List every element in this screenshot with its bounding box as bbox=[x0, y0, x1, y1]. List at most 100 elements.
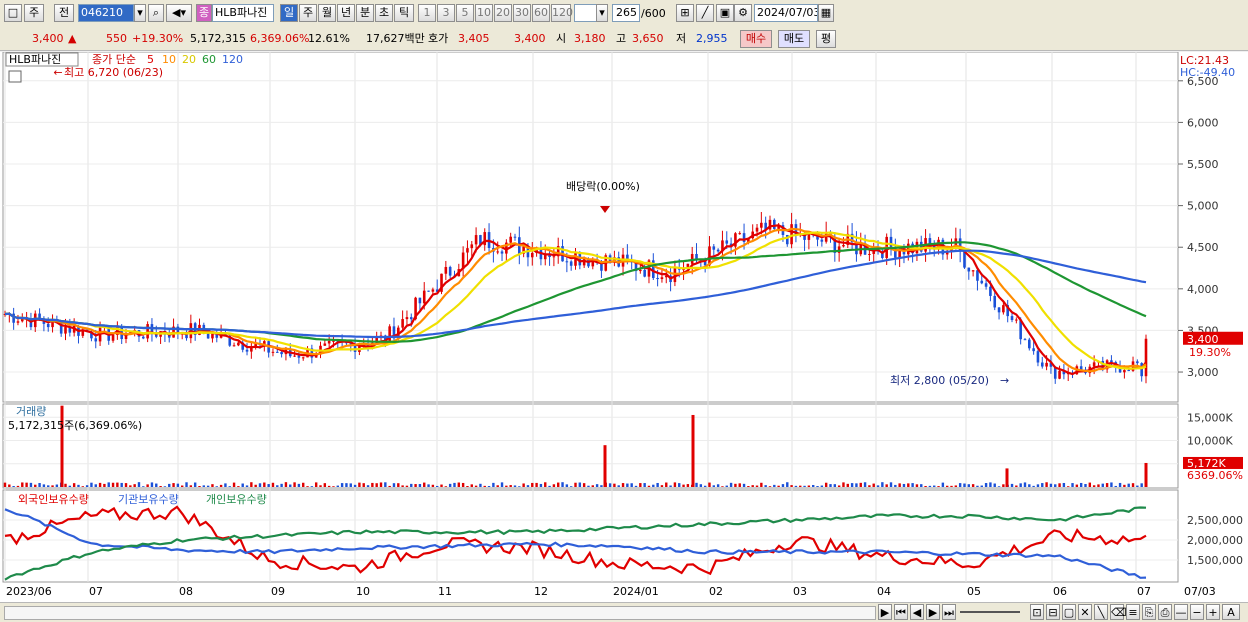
print-icon[interactable]: ⎙ bbox=[1158, 604, 1172, 620]
y-tick-label: 5,500 bbox=[1187, 158, 1219, 171]
next-page-icon[interactable]: ▶ bbox=[926, 604, 940, 620]
crosshair-icon[interactable]: ✕ bbox=[1078, 604, 1092, 620]
interval-5[interactable]: 5 bbox=[456, 4, 474, 22]
window-menu-button[interactable]: □ bbox=[4, 4, 22, 22]
text-size-icon[interactable]: A bbox=[1222, 604, 1240, 620]
volume-bar bbox=[686, 484, 690, 487]
chevron-down-icon[interactable]: ▾ bbox=[596, 4, 608, 22]
tab-period-month[interactable]: 월 bbox=[318, 4, 336, 22]
volume-bar bbox=[345, 483, 348, 487]
interval-20[interactable]: 20 bbox=[494, 4, 512, 22]
zoom-out-icon[interactable]: − bbox=[1190, 604, 1204, 620]
copy-icon[interactable]: ⎘ bbox=[1142, 604, 1156, 620]
candle-body bbox=[1045, 362, 1048, 367]
eval-button[interactable]: 평 bbox=[816, 30, 836, 48]
volume-value: 5,172,315 bbox=[190, 32, 246, 45]
interval-1[interactable]: 1 bbox=[418, 4, 436, 22]
volume-bar bbox=[842, 482, 845, 487]
erase-icon[interactable]: ⌫ bbox=[1110, 604, 1127, 620]
volume-bar bbox=[120, 482, 123, 487]
volume-bar bbox=[1023, 482, 1027, 487]
volume-bar bbox=[349, 483, 352, 487]
last-page-icon[interactable]: ⏭ bbox=[942, 604, 956, 620]
draw-line-icon[interactable]: ╱ bbox=[696, 4, 714, 22]
ruler-icon[interactable]: ≡ bbox=[1126, 604, 1140, 620]
sell-button[interactable]: 매도 bbox=[778, 30, 810, 48]
candle-body bbox=[993, 295, 997, 308]
zoom-in-icon[interactable]: + bbox=[1206, 604, 1220, 620]
screen-icon[interactable]: ▢ bbox=[1062, 604, 1076, 620]
volume-bar bbox=[332, 486, 335, 487]
volume-bar bbox=[42, 484, 46, 487]
search-icon[interactable]: ⌕ bbox=[148, 4, 164, 22]
interval-30[interactable]: 30 bbox=[513, 4, 531, 22]
volume-bar bbox=[487, 486, 491, 487]
x-tick-label: 04 bbox=[877, 585, 891, 598]
candle-body bbox=[1140, 363, 1143, 377]
volume-bar bbox=[55, 484, 59, 487]
zoom-slider[interactable] bbox=[960, 611, 1020, 613]
high-label: 고 bbox=[616, 32, 627, 45]
candle-body bbox=[237, 342, 240, 346]
stock-code-input[interactable]: 046210 bbox=[78, 4, 134, 22]
prev-page-icon[interactable]: ◀ bbox=[910, 604, 924, 620]
volume-bar bbox=[989, 482, 992, 487]
chart-area[interactable]: 15,000K10,000K5,000K5,172K6369.06% 2,500… bbox=[0, 51, 1248, 602]
gear-icon[interactable]: ⚙ bbox=[734, 4, 752, 22]
tab-period-week[interactable]: 주 bbox=[299, 4, 317, 22]
volume-spike-bar bbox=[60, 405, 64, 487]
interval-10[interactable]: 10 bbox=[475, 4, 493, 22]
volume-bar bbox=[1140, 483, 1143, 487]
volume-bar bbox=[111, 482, 115, 487]
volume-bar bbox=[297, 483, 301, 487]
trend-icon[interactable]: ╲ bbox=[1094, 604, 1108, 620]
volume-bar bbox=[3, 482, 7, 487]
date-input[interactable]: 2024/07/03 bbox=[754, 4, 818, 22]
first-page-icon[interactable]: ⏮ bbox=[894, 604, 908, 620]
volume-bar bbox=[613, 483, 616, 487]
volume-bar bbox=[652, 484, 655, 487]
scroll-right-icon[interactable]: ▶ bbox=[878, 604, 892, 620]
bar-count-input[interactable]: 265 bbox=[612, 4, 640, 22]
volume-bar bbox=[258, 483, 262, 487]
volume-bar bbox=[155, 483, 158, 487]
volume-bar bbox=[639, 483, 642, 487]
chart-tools-icon[interactable]: ⊞ bbox=[676, 4, 694, 22]
volume-bar bbox=[958, 483, 962, 487]
fit-icon[interactable]: ⊡ bbox=[1030, 604, 1044, 620]
interval-3[interactable]: 3 bbox=[437, 4, 455, 22]
stock-chart-svg[interactable]: 15,000K10,000K5,000K5,172K6369.06% 2,500… bbox=[0, 51, 1248, 602]
volume-bar bbox=[1045, 482, 1048, 487]
tab-period-day[interactable]: 일 bbox=[280, 4, 298, 22]
tab-period-tick[interactable]: 틱 bbox=[394, 4, 414, 22]
trade-amount: 17,627백만 bbox=[366, 32, 425, 45]
save-icon[interactable]: ▣ bbox=[716, 4, 734, 22]
bottom-scrollbar[interactable]: ▶ ⏮ ◀ ▶ ⏭ ⊡ ⊟ ▢ ✕ ╲ ⌫ ≡ ⎘ ⎙ — − + A bbox=[0, 602, 1248, 622]
volume-bar bbox=[314, 482, 318, 487]
calendar-icon[interactable]: ▦ bbox=[818, 4, 834, 22]
volume-bar bbox=[237, 486, 240, 487]
volume-bar bbox=[937, 486, 940, 487]
chevron-down-icon[interactable]: ▾ bbox=[134, 4, 146, 22]
volume-bar bbox=[976, 485, 979, 487]
tab-period-year[interactable]: 년 bbox=[337, 4, 355, 22]
interval-60[interactable]: 60 bbox=[532, 4, 550, 22]
minimize-icon[interactable]: — bbox=[1174, 604, 1188, 620]
tab-period-minute[interactable]: 분 bbox=[356, 4, 374, 22]
sound-icon[interactable]: ◀▾ bbox=[166, 4, 192, 22]
volume-bar bbox=[137, 482, 141, 487]
scroll-track[interactable] bbox=[4, 606, 876, 620]
interval-120[interactable]: 120 bbox=[551, 4, 573, 22]
candle-body bbox=[842, 244, 845, 247]
buy-button[interactable]: 매수 bbox=[740, 30, 772, 48]
y-tick-label: 4,500 bbox=[1187, 241, 1219, 254]
candle-body bbox=[868, 253, 871, 255]
volume-bar bbox=[271, 482, 275, 487]
market-type-select[interactable]: 주 bbox=[24, 4, 44, 22]
panel-settings-icon[interactable] bbox=[8, 70, 22, 83]
range-select[interactable]: 전 bbox=[54, 4, 74, 22]
tab-period-second[interactable]: 초 bbox=[375, 4, 393, 22]
volume-bar bbox=[302, 482, 305, 487]
split-icon[interactable]: ⊟ bbox=[1046, 604, 1060, 620]
candle-body bbox=[64, 327, 67, 334]
